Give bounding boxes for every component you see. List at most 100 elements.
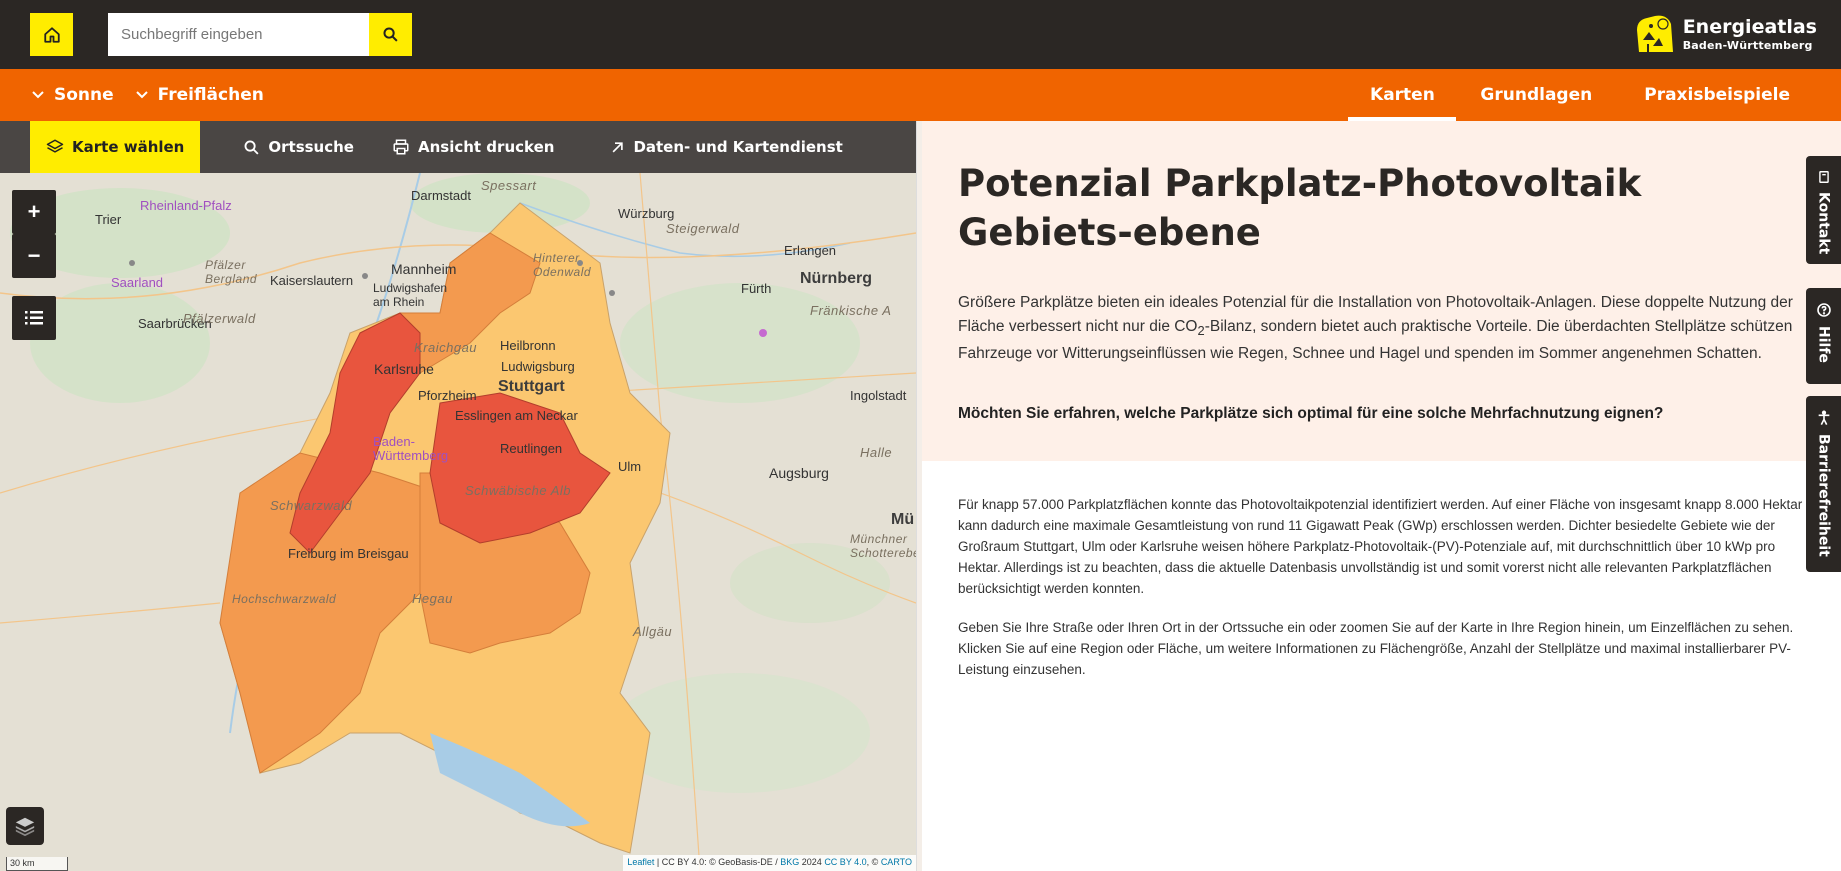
map-toolbar: Karte wählen Ortssuche Ansicht drucken D… bbox=[0, 121, 916, 173]
map-label-ingolstadt: Ingolstadt bbox=[850, 388, 907, 403]
map-label-ludwigsburg: Ludwigsburg bbox=[501, 359, 575, 374]
map-label-pfaelzer-bergland: Pfälzer Bergland bbox=[205, 258, 258, 286]
sidetab-hilfe-label: Hilfe bbox=[1815, 326, 1832, 363]
intro-subscript: 2 bbox=[1197, 322, 1205, 338]
map-view[interactable]: Darmstadt Spessart Würzburg Steigerwald … bbox=[0, 173, 916, 871]
arrow-up-right-icon bbox=[612, 141, 624, 152]
attribution-sep: , © bbox=[866, 857, 881, 867]
dropdown-freiflaechen[interactable]: Freiflächen bbox=[135, 85, 264, 105]
logo-subtitle: Baden-Württemberg bbox=[1682, 38, 1813, 52]
map-label-esslingen: Esslingen am Neckar bbox=[455, 408, 578, 423]
map-label-baden-wuerttemberg: Baden- Württemberg bbox=[373, 434, 449, 463]
map-label-steigerwald: Steigerwald bbox=[666, 221, 740, 236]
attribution-carto-link[interactable]: CARTO bbox=[881, 857, 912, 867]
map-label-kaiserslautern: Kaiserslautern bbox=[270, 273, 354, 288]
choose-map-label: Karte wählen bbox=[72, 138, 185, 156]
attribution-bkg-link[interactable]: BKG bbox=[780, 857, 799, 867]
sidetab-kontakt-label: Kontakt bbox=[1815, 192, 1832, 255]
search-icon bbox=[244, 140, 259, 155]
list-icon bbox=[25, 311, 43, 325]
map-label-ulm: Ulm bbox=[618, 459, 642, 474]
print-view-label: Ansicht drucken bbox=[417, 138, 555, 156]
map-label-stuttgart: Stuttgart bbox=[498, 378, 565, 395]
attribution-ccby-link[interactable]: CC BY 4.0 bbox=[824, 857, 866, 867]
map-label-kraichgau: Kraichgau bbox=[414, 340, 478, 355]
search-icon bbox=[383, 27, 398, 42]
book-icon bbox=[1818, 171, 1829, 183]
map-label-fraenkische-alb: Fränkische A bbox=[810, 303, 892, 318]
map-label-augsburg: Augsburg bbox=[769, 465, 829, 481]
dropdown-sonne[interactable]: Sonne bbox=[32, 85, 114, 105]
nav-link-karten[interactable]: Karten bbox=[1348, 69, 1457, 121]
nav-link-grundlagen[interactable]: Grundlagen bbox=[1466, 69, 1614, 121]
map-label-erlangen: Erlangen bbox=[784, 243, 837, 258]
layers-icon bbox=[46, 139, 64, 153]
map-label-muenchen: Mü bbox=[891, 511, 915, 528]
energieatlas-logo[interactable]: Energieatlas Baden-Württemberg bbox=[1633, 11, 1817, 57]
base-layers-button[interactable] bbox=[6, 807, 44, 845]
question-text: Möchten Sie erfahren, welche Parkplätze … bbox=[958, 405, 1664, 422]
choose-map-button[interactable]: Karte wählen bbox=[30, 121, 201, 173]
sidetab-barrierefreiheit[interactable]: Barrierefreiheit bbox=[1806, 396, 1841, 572]
map-label-hegau: Hegau bbox=[412, 591, 453, 606]
chevron-down-icon bbox=[135, 91, 148, 99]
map-label-rheinland-pfalz: Rheinland-Pfalz bbox=[140, 198, 232, 213]
info-panel: Potenzial Parkplatz-Photovoltaik Gebiets… bbox=[916, 121, 1841, 871]
sidetab-hilfe[interactable]: Hilfe bbox=[1806, 288, 1841, 384]
printer-icon bbox=[393, 139, 409, 155]
help-icon bbox=[1816, 303, 1831, 317]
details-paragraph: Für knapp 57.000 Parkplatzflächen konnte… bbox=[958, 497, 1803, 596]
map-label-reutlingen: Reutlingen bbox=[500, 441, 563, 456]
zoom-out-button[interactable]: − bbox=[12, 234, 56, 278]
map-label-schwarzwald: Schwarzwald bbox=[270, 498, 353, 513]
map-label-freiburg: Freiburg im Breisgau bbox=[288, 546, 409, 561]
map-label-schwaebische-alb: Schwäbische Alb bbox=[465, 483, 572, 498]
page-title: Potenzial Parkplatz-Photovoltaik Gebiets… bbox=[958, 162, 1642, 254]
search-input[interactable] bbox=[108, 13, 369, 56]
map-label-karlsruhe: Karlsruhe bbox=[374, 361, 434, 377]
instructions-paragraph: Geben Sie Ihre Straße oder Ihren Ort in … bbox=[958, 620, 1794, 677]
panel-resize-handle[interactable] bbox=[916, 121, 922, 871]
data-service-button[interactable]: Daten- und Kartendienst bbox=[610, 121, 843, 173]
search-bar bbox=[108, 13, 412, 56]
map-label-heilbronn: Heilbronn bbox=[500, 338, 556, 353]
nav-links: Karten Grundlagen Praxisbeispiele bbox=[1348, 69, 1841, 121]
map-label-ludwigshafen: Ludwigshafen am Rhein bbox=[373, 281, 448, 309]
logo-text: Energieatlas Baden-Württemberg bbox=[1682, 15, 1817, 52]
place-search-button[interactable]: Ortssuche bbox=[243, 121, 354, 173]
map-label-allgaeu: Allgäu bbox=[633, 624, 673, 639]
accessibility-icon bbox=[1818, 410, 1829, 426]
chevron-down-icon bbox=[32, 91, 44, 99]
map-label-muenchner-schotterebene: Münchner Schotterebe bbox=[850, 532, 916, 560]
place-search-label: Ortssuche bbox=[268, 138, 354, 156]
print-view-button[interactable]: Ansicht drucken bbox=[392, 121, 554, 173]
map-label-wuerzburg: Würzburg bbox=[618, 206, 675, 221]
map-label-nuernberg: Nürnberg bbox=[800, 270, 872, 287]
map-label-mannheim: Mannheim bbox=[391, 261, 457, 277]
map-label-trier: Trier bbox=[95, 212, 122, 227]
attribution-year: 2024 bbox=[799, 857, 825, 867]
zoom-in-button[interactable]: + bbox=[12, 190, 56, 234]
map-label-hinterer-odenwald: Hinterer Odenwald bbox=[533, 251, 592, 279]
attribution-leaflet-link[interactable]: Leaflet bbox=[627, 857, 654, 867]
map-label-spessart: Spessart bbox=[481, 178, 537, 193]
home-button[interactable] bbox=[30, 13, 73, 56]
map-label-halle: Halle bbox=[860, 445, 893, 460]
attribution-text: | CC BY 4.0: © GeoBasis-DE / bbox=[654, 857, 781, 867]
logo-mark-icon bbox=[1636, 15, 1673, 52]
stack-icon bbox=[15, 817, 35, 837]
logo-title: Energieatlas bbox=[1682, 15, 1817, 38]
nav-link-praxisbeispiele[interactable]: Praxisbeispiele bbox=[1614, 69, 1841, 121]
top-bar: Energieatlas Baden-Württemberg bbox=[0, 0, 1841, 69]
home-icon bbox=[43, 26, 60, 43]
data-service-label: Daten- und Kartendienst bbox=[633, 138, 843, 156]
sidetab-kontakt[interactable]: Kontakt bbox=[1806, 156, 1841, 264]
dropdown-sonne-label: Sonne bbox=[54, 85, 114, 105]
legend-toggle-button[interactable] bbox=[12, 296, 56, 340]
map-label-hochschwarzwald: Hochschwarzwald bbox=[232, 592, 337, 606]
map-label-saarland: Saarland bbox=[111, 275, 164, 290]
main-navigation: Sonne Freiflächen Karten Grundlagen Prax… bbox=[0, 69, 1841, 121]
map-label-fuerth: Fürth bbox=[741, 281, 772, 296]
search-button[interactable] bbox=[369, 13, 412, 56]
map-label-pfaelzerwald: Pfälzerwald bbox=[183, 311, 256, 326]
